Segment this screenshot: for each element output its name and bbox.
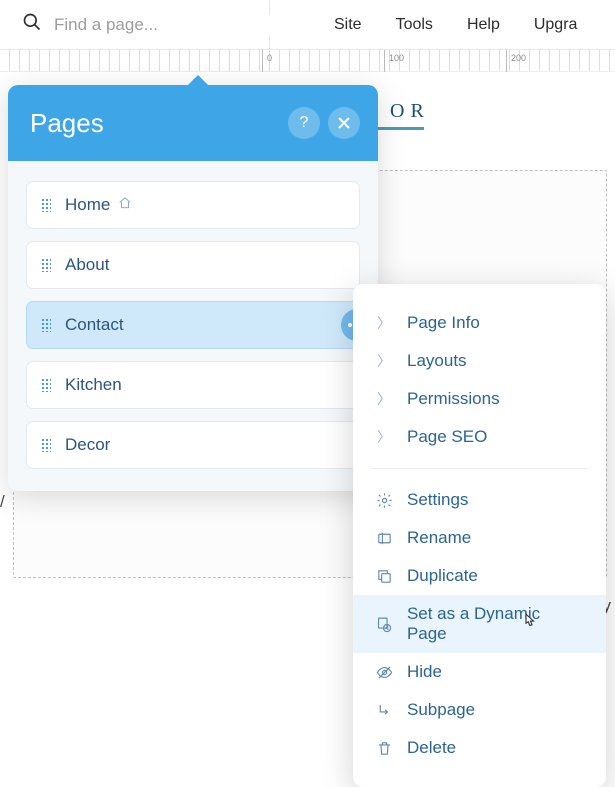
ctx-label: Rename — [407, 528, 471, 548]
page-item-about[interactable]: About — [26, 241, 360, 289]
ctx-subpage[interactable]: Subpage — [353, 691, 606, 729]
page-item-label: Decor — [65, 435, 110, 455]
ctx-label: Page SEO — [407, 427, 487, 447]
ctx-page-seo[interactable]: 〉 Page SEO — [353, 418, 606, 456]
ruler: 0 100 200 — [0, 50, 615, 72]
ctx-label: Layouts — [407, 351, 467, 371]
gear-icon — [375, 492, 393, 509]
pages-panel: Pages ? Home About Contact — [8, 85, 378, 491]
grip-icon[interactable] — [41, 438, 51, 452]
cropped-glyph-left: / — [0, 492, 5, 512]
delete-icon — [375, 740, 393, 757]
divider — [371, 468, 588, 469]
ctx-label: Permissions — [407, 389, 500, 409]
page-item-label: Home — [65, 195, 110, 215]
ctx-label: Page Info — [407, 313, 480, 333]
page-item-kitchen[interactable]: Kitchen — [26, 361, 360, 409]
panel-header: Pages ? — [8, 85, 378, 161]
top-menu: Site Tools Help Upgra — [334, 16, 577, 34]
subpage-icon — [375, 702, 393, 719]
page-item-label: Contact — [65, 315, 124, 335]
grip-icon[interactable] — [41, 378, 51, 392]
dynamic-page-icon — [375, 616, 393, 633]
page-item-label: About — [65, 255, 109, 275]
help-button[interactable]: ? — [288, 107, 320, 139]
ctx-label: Delete — [407, 738, 456, 758]
ctx-layouts[interactable]: 〉 Layouts — [353, 342, 606, 380]
canvas-title-fragment: OR — [390, 100, 430, 123]
ctx-permissions[interactable]: 〉 Permissions — [353, 380, 606, 418]
page-item-label: Kitchen — [65, 375, 122, 395]
ctx-delete[interactable]: Delete — [353, 729, 606, 767]
grip-icon[interactable] — [41, 258, 51, 272]
ctx-hide[interactable]: Hide — [353, 653, 606, 691]
grip-icon[interactable] — [41, 198, 51, 212]
ctx-label: Hide — [407, 662, 442, 682]
hide-icon — [375, 664, 393, 681]
topbar: Site Tools Help Upgra — [0, 0, 615, 50]
ctx-label: Settings — [407, 490, 468, 510]
ctx-label: Duplicate — [407, 566, 478, 586]
context-menu: 〉 Page Info 〉 Layouts 〉 Permissions 〉 Pa… — [353, 284, 606, 787]
page-item-decor[interactable]: Decor — [26, 421, 360, 469]
close-button[interactable] — [328, 107, 360, 139]
search-input[interactable] — [54, 15, 275, 35]
chevron-right-icon: 〉 — [375, 427, 393, 447]
panel-title: Pages — [30, 108, 104, 139]
duplicate-icon — [375, 568, 393, 585]
search-box[interactable] — [0, 0, 270, 49]
grip-icon[interactable] — [41, 318, 51, 332]
chevron-right-icon: 〉 — [375, 351, 393, 371]
search-icon — [22, 12, 42, 37]
ctx-rename[interactable]: Rename — [353, 519, 606, 557]
ctx-dynamic-page[interactable]: Set as a Dynamic Page — [353, 595, 606, 653]
menu-tools[interactable]: Tools — [396, 16, 433, 34]
ctx-page-info[interactable]: 〉 Page Info — [353, 304, 606, 342]
chevron-right-icon: 〉 — [375, 389, 393, 409]
menu-help[interactable]: Help — [467, 16, 500, 34]
page-list: Home About Contact Kitchen Decor — [8, 161, 378, 473]
menu-site[interactable]: Site — [334, 16, 362, 34]
page-item-home[interactable]: Home — [26, 181, 360, 229]
ctx-label: Set as a Dynamic Page — [407, 604, 584, 644]
ctx-duplicate[interactable]: Duplicate — [353, 557, 606, 595]
rename-icon — [375, 530, 393, 547]
chevron-right-icon: 〉 — [375, 313, 393, 333]
home-icon — [118, 195, 132, 215]
ctx-label: Subpage — [407, 700, 475, 720]
page-item-contact[interactable]: Contact — [26, 301, 360, 349]
menu-upgrade[interactable]: Upgra — [534, 16, 578, 34]
ctx-settings[interactable]: Settings — [353, 481, 606, 519]
